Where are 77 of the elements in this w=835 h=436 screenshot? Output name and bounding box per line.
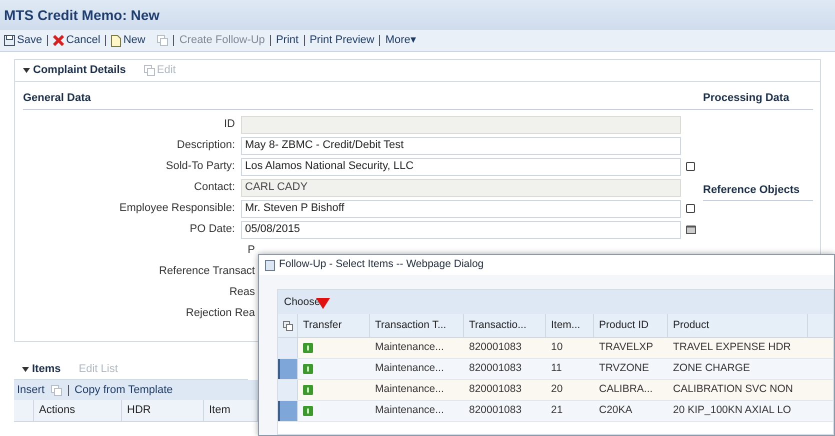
- window-title: MTS Credit Memo: New: [0, 0, 835, 30]
- input-field[interactable]: 05/08/2015: [241, 220, 681, 238]
- copy-icon: [144, 65, 155, 76]
- save-icon: [4, 35, 15, 46]
- page-icon: [265, 260, 275, 270]
- transfer-status-icon: [303, 406, 313, 416]
- field-label: Rejection Rea: [184, 306, 255, 322]
- row-selector[interactable]: [278, 359, 298, 379]
- section-heading: Reference Objects: [703, 182, 813, 201]
- column-header: Transaction T...: [370, 314, 464, 337]
- toolbar-button[interactable]: New: [111, 32, 146, 49]
- dialog-title: Follow-Up - Select Items -- Webpage Dialog: [279, 257, 484, 272]
- section-toggle[interactable]: Complaint Details: [23, 62, 126, 79]
- input-field[interactable]: May 8- ZBMC - Credit/Debit Test: [241, 136, 681, 154]
- table-cell-text: TRVZONE: [598, 361, 650, 376]
- table-cell-text: 820001083: [468, 340, 523, 356]
- toolbar-button[interactable]: Print: [276, 32, 299, 49]
- toolbar-button[interactable]: Print Preview: [310, 32, 374, 49]
- table-cell-text: TRAVELXP: [598, 340, 654, 356]
- copy-icon: [157, 35, 168, 46]
- toolbar-button[interactable]: Cancel: [53, 32, 100, 49]
- field-label: ID: [223, 117, 236, 132]
- field-label: Reference Transact: [158, 264, 255, 280]
- table-cell-text: 820001083: [468, 403, 523, 418]
- column-header: Product: [668, 314, 808, 337]
- table-cell-text: Maintenance...: [374, 340, 445, 356]
- input-field[interactable]: Mr. Steven P Bishoff: [241, 200, 681, 218]
- input-field[interactable]: Los Alamos National Security, LLC: [241, 158, 681, 176]
- select-all-icon: [282, 320, 292, 330]
- copy-icon: [50, 384, 62, 396]
- table-cell-text: 10: [550, 340, 564, 356]
- cancel-x-icon: [53, 35, 64, 46]
- column-header: Actions: [34, 400, 122, 421]
- row-selector[interactable]: [278, 401, 298, 421]
- column-header: Product ID: [594, 314, 668, 337]
- section-heading: General Data: [23, 90, 703, 110]
- table-heading: Choose: [284, 295, 320, 310]
- table-cell-text: 20 KIP_100KN AXIAL LO: [672, 403, 792, 418]
- field-label: P: [246, 243, 255, 258]
- toolbar-link[interactable]: Insert: [17, 382, 45, 398]
- toolbar-link[interactable]: Copy from Template: [74, 382, 173, 398]
- table-cell-text: 820001083: [468, 382, 523, 398]
- section-toggle[interactable]: Items: [22, 361, 61, 378]
- column-header: Item...: [546, 314, 594, 337]
- table-cell-text: 820001083: [468, 361, 523, 376]
- field-label: Employee Responsible:: [118, 201, 236, 216]
- input-field: CARL CADY: [241, 178, 681, 196]
- table-cell-text: CALIBRA...: [598, 382, 654, 398]
- table-cell-text: Maintenance...: [374, 361, 445, 376]
- table-cell-text: TRAVEL EXPENSE HDR: [672, 340, 792, 356]
- field-label: Reas: [228, 285, 255, 300]
- table-cell-text: 21: [550, 403, 564, 418]
- field-label: PO Date:: [188, 222, 236, 238]
- value-help-icon: [686, 162, 695, 171]
- table-cell-text: Maintenance...: [374, 403, 445, 418]
- new-document-icon: [111, 34, 122, 46]
- field-label: Contact:: [193, 180, 236, 196]
- table-cell-text: C20KA: [598, 403, 634, 418]
- column-header: HDR: [122, 400, 204, 421]
- transfer-status-icon: [303, 385, 313, 395]
- section-heading: Processing Data: [703, 90, 813, 110]
- calendar-icon: [686, 225, 696, 234]
- column-header: Transfer: [298, 314, 370, 337]
- transfer-status-icon: [303, 364, 313, 374]
- column-header: Transactio...: [464, 314, 546, 337]
- field-label: Description:: [176, 138, 236, 154]
- table-cell-text: ZONE CHARGE: [672, 361, 752, 376]
- table-cell-text: 11: [550, 361, 563, 376]
- value-help-icon: [686, 204, 695, 213]
- table-cell-text: Maintenance...: [374, 382, 445, 398]
- toolbar-button[interactable]: Save: [4, 32, 42, 49]
- table-cell-text: 20: [550, 382, 564, 398]
- table-cell-text: CALIBRATION SVC NON: [672, 382, 794, 398]
- toolbar-button[interactable]: More▾: [385, 32, 416, 49]
- field-label: Sold-To Party:: [164, 159, 236, 174]
- transfer-status-icon: [303, 343, 313, 353]
- copy-button[interactable]: [50, 384, 62, 396]
